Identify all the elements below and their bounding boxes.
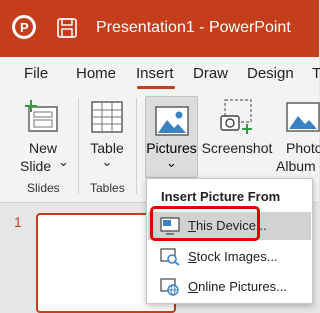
tab-file[interactable]: File [24,65,48,82]
screenshot-label: Screenshot [201,140,273,156]
table-icon [91,101,123,133]
svg-text:P: P [20,20,29,35]
stock-images-icon [160,248,180,266]
new-slide-label-line2: Slide [20,158,52,174]
screenshot-icon [220,99,252,134]
menu-title: Insert Picture From [161,189,281,204]
photo-album-label-line2: Album [276,158,316,174]
menu-item-label: Online Pictures... [188,279,287,294]
group-divider [136,98,137,194]
menu-item-online-pictures[interactable]: Online Pictures... [148,273,311,301]
table-button[interactable]: Table ⌄ [86,96,128,178]
tab-draw[interactable]: Draw [193,65,228,82]
tab-truncated[interactable]: T [312,65,320,82]
tab-home[interactable]: Home [76,65,116,82]
online-pictures-icon [160,278,179,296]
window-title: Presentation1 - PowerPoint [96,19,291,36]
menu-item-text: tock Images... [196,249,278,264]
menu-item-stock-images[interactable]: Stock Images... [148,243,311,271]
title-bar: P Presentation1 - PowerPoint [0,0,319,57]
chevron-down-icon: ⌄ [101,154,113,169]
chevron-down-icon: ⌄ [58,154,69,169]
group-divider [78,98,79,194]
ribbon-tabs: File Home Insert Draw Design T [0,57,320,90]
powerpoint-logo-icon: P [12,15,36,39]
new-slide-button[interactable]: New Slide ⌄ [14,96,72,178]
pictures-label: Pictures [146,140,197,156]
group-label-slides: Slides [27,181,60,195]
photo-album-label-line1: Photo [286,140,320,156]
tab-insert[interactable]: Insert [136,65,174,82]
tab-design[interactable]: Design [247,65,294,82]
insert-picture-menu: Insert Picture From This Device... Stock… [146,178,313,304]
slide-number: 1 [14,214,22,230]
photo-album-icon [286,102,320,132]
menu-item-accelerator: S [188,249,197,264]
menu-item-label: Stock Images... [188,249,278,264]
new-slide-icon [25,100,58,132]
pictures-icon [155,106,189,136]
pictures-button[interactable]: Pictures ⌄ [145,96,198,178]
menu-item-text: nline Pictures... [198,279,287,294]
highlight-annotation [150,206,260,241]
save-icon[interactable] [56,17,78,39]
active-tab-indicator [137,86,175,89]
screenshot-button[interactable]: Screenshot [201,96,273,178]
menu-item-accelerator: O [188,279,199,294]
photo-album-button[interactable]: Photo Album [276,96,320,178]
group-label-tables: Tables [90,181,125,195]
chevron-down-icon: ⌄ [166,155,177,170]
